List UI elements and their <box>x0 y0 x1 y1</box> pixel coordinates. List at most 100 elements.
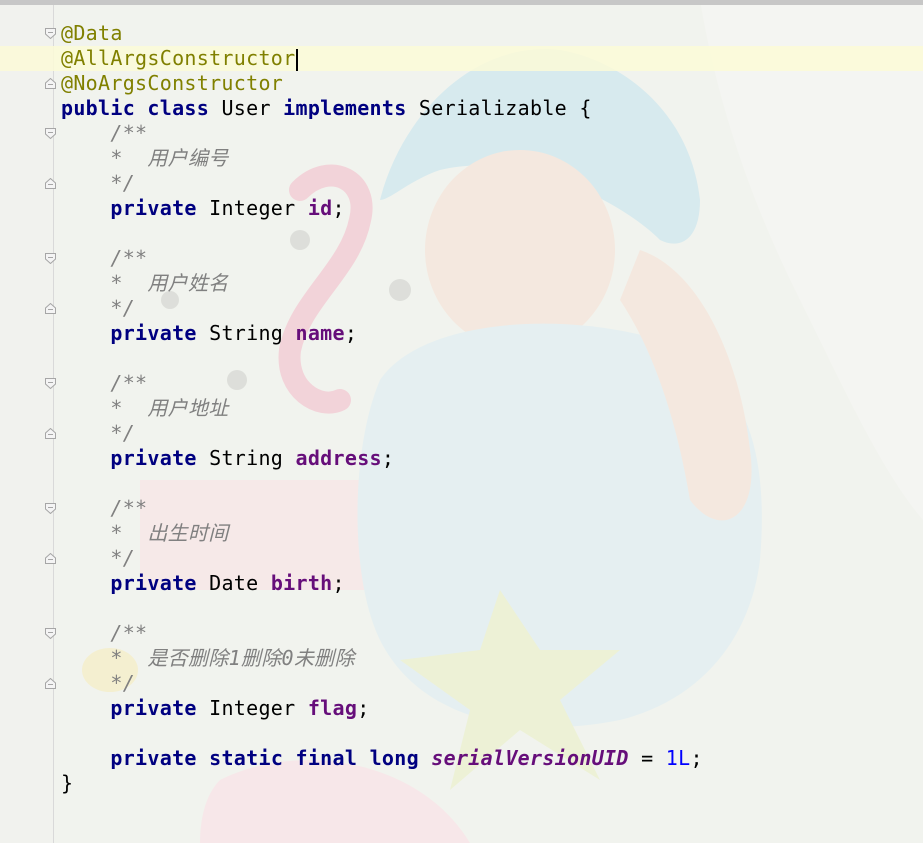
code-line[interactable] <box>0 471 923 496</box>
code-line[interactable]: @AllArgsConstructor <box>0 46 923 71</box>
fold-collapse-icon[interactable] <box>45 503 56 514</box>
code-line[interactable]: * 是否删除1删除0未删除 <box>0 646 923 671</box>
code-token: id <box>307 196 333 220</box>
code-line[interactable] <box>0 596 923 621</box>
code-line-text: @NoArgsConstructor <box>61 71 283 96</box>
code-line[interactable] <box>0 346 923 371</box>
fold-end-icon[interactable] <box>45 78 56 89</box>
code-line-text: private Integer flag; <box>61 696 370 721</box>
code-token: 1L <box>665 746 691 770</box>
code-token: serialVersionUID <box>431 746 629 770</box>
fold-end-icon[interactable] <box>45 553 56 564</box>
code-token: birth <box>270 571 333 595</box>
fold-collapse-icon[interactable] <box>45 253 56 264</box>
fold-end-icon[interactable] <box>45 178 56 189</box>
code-line[interactable]: /** <box>0 246 923 271</box>
code-token: Date <box>196 571 271 595</box>
code-line-text: private String address; <box>61 446 394 471</box>
code-token: private <box>110 696 197 720</box>
code-line-text: * 用户姓名 <box>61 271 229 296</box>
code-line-text: */ <box>61 296 135 321</box>
code-token: /** <box>61 496 148 520</box>
code-token: ; <box>332 571 345 595</box>
code-token: static <box>209 746 284 770</box>
fold-collapse-icon[interactable] <box>45 628 56 639</box>
code-line[interactable]: private Integer id; <box>0 196 923 221</box>
code-token: class <box>147 96 210 120</box>
code-token: * 用户姓名 <box>61 271 229 295</box>
code-token: * 出生时间 <box>61 521 229 545</box>
fold-collapse-icon[interactable] <box>45 128 56 139</box>
code-token: private <box>110 571 197 595</box>
code-line[interactable] <box>0 221 923 246</box>
code-line[interactable]: } <box>0 771 923 796</box>
code-token: */ <box>61 421 136 445</box>
code-token: @NoArgsConstructor <box>61 71 284 95</box>
code-line[interactable] <box>0 721 923 746</box>
code-token: ; <box>381 446 395 470</box>
code-line-text: */ <box>61 546 135 571</box>
code-line[interactable]: private Date birth; <box>0 571 923 596</box>
code-line[interactable]: */ <box>0 671 923 696</box>
code-token: ; <box>690 746 703 770</box>
code-line-text: /** <box>61 496 147 521</box>
code-token: */ <box>61 296 136 320</box>
code-token: implements <box>283 96 407 120</box>
code-token: */ <box>61 171 136 195</box>
code-line[interactable]: /** <box>0 371 923 396</box>
fold-end-icon[interactable] <box>45 303 56 314</box>
code-line-text: private Date birth; <box>61 571 345 596</box>
code-token: ; <box>332 196 345 220</box>
code-line[interactable]: private String address; <box>0 446 923 471</box>
code-token: Integer <box>196 196 308 220</box>
code-token: long <box>369 746 419 770</box>
code-token: flag <box>307 696 358 720</box>
code-line-text: /** <box>61 371 147 396</box>
code-line[interactable]: * 用户编号 <box>0 146 923 171</box>
code-line[interactable]: * 用户地址 <box>0 396 923 421</box>
code-line[interactable]: @Data <box>0 21 923 46</box>
code-line[interactable]: private static final long serialVersionU… <box>0 746 923 771</box>
fold-collapse-icon[interactable] <box>45 378 56 389</box>
code-line[interactable]: /** <box>0 121 923 146</box>
code-token: /** <box>61 121 148 145</box>
fold-end-icon[interactable] <box>45 678 56 689</box>
code-line[interactable]: */ <box>0 546 923 571</box>
code-token: String <box>196 446 296 470</box>
code-token: } <box>61 771 74 795</box>
code-token: * 用户地址 <box>61 396 229 420</box>
code-token: */ <box>61 546 136 570</box>
code-line[interactable]: * 用户姓名 <box>0 271 923 296</box>
code-token: private <box>110 446 197 470</box>
code-line[interactable]: private Integer flag; <box>0 696 923 721</box>
code-line[interactable]: /** <box>0 621 923 646</box>
code-line[interactable]: /** <box>0 496 923 521</box>
code-line[interactable]: */ <box>0 296 923 321</box>
code-line-text: /** <box>61 621 147 646</box>
code-line[interactable]: public class User implements Serializabl… <box>0 96 923 121</box>
code-token: private <box>110 321 197 345</box>
fold-collapse-icon[interactable] <box>45 28 56 39</box>
code-line[interactable]: @NoArgsConstructor <box>0 71 923 96</box>
code-line-text: */ <box>61 171 135 196</box>
fold-end-icon[interactable] <box>45 428 56 439</box>
code-token: */ <box>61 671 136 695</box>
code-line[interactable]: private String name; <box>0 321 923 346</box>
code-line[interactable]: */ <box>0 421 923 446</box>
code-token: /** <box>61 246 148 270</box>
code-line-text: * 出生时间 <box>61 521 229 546</box>
code-line[interactable]: */ <box>0 171 923 196</box>
code-line[interactable]: * 出生时间 <box>0 521 923 546</box>
code-line-text: } <box>61 771 73 796</box>
code-editor[interactable]: @Data @AllArgsConstructor @NoArgsConstruct… <box>0 21 923 796</box>
code-token: final <box>295 746 358 770</box>
